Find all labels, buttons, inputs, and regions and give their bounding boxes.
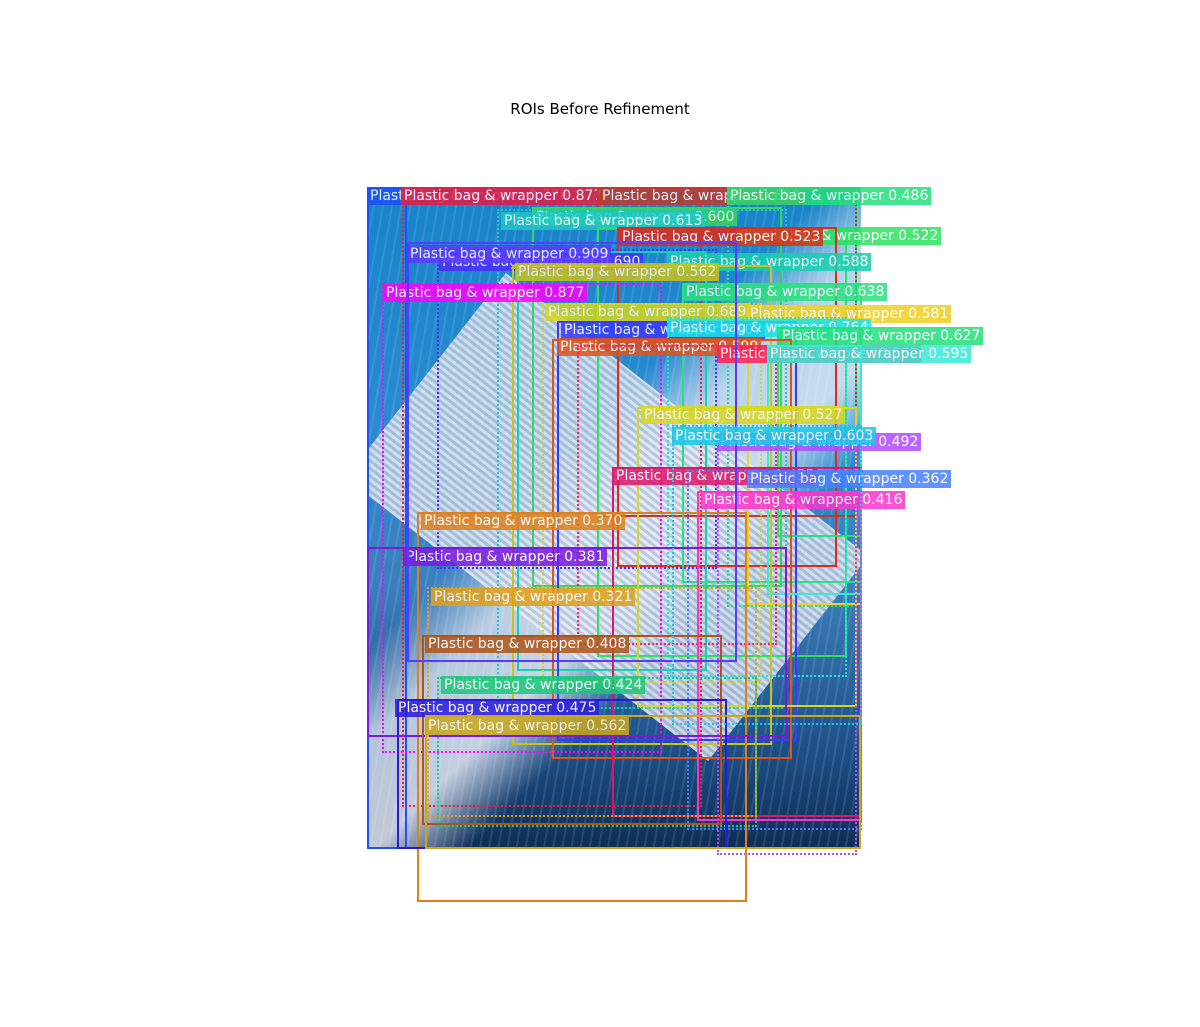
roi-box: [425, 715, 861, 849]
image-panel: Plastic bag & wrapper 0.778Plastic bag &…: [367, 187, 984, 902]
figure-title: ROIs Before Refinement: [510, 100, 690, 118]
roi-overlay: Plastic bag & wrapper 0.778Plastic bag &…: [367, 187, 984, 902]
roi-label: Plastic bag & wrapper 0.877: [401, 187, 606, 205]
roi-label: Plastic bag & wrapper 0.486: [727, 187, 932, 205]
roi-label: Plastic bag & wrapper 0.627: [779, 327, 984, 345]
roi-box: [672, 425, 862, 725]
roi-label: Plastic bag & wrapper 0.595: [767, 345, 972, 363]
roi-label: Plastic bag & wrapper 0.909: [407, 245, 612, 263]
roi-label: Plastic bag & wrapper 0.424: [441, 676, 646, 694]
roi-label: Plastic bag & wrapper 0.603: [672, 427, 877, 445]
roi-label: Plastic bag & wrapper 0.562: [425, 717, 630, 735]
